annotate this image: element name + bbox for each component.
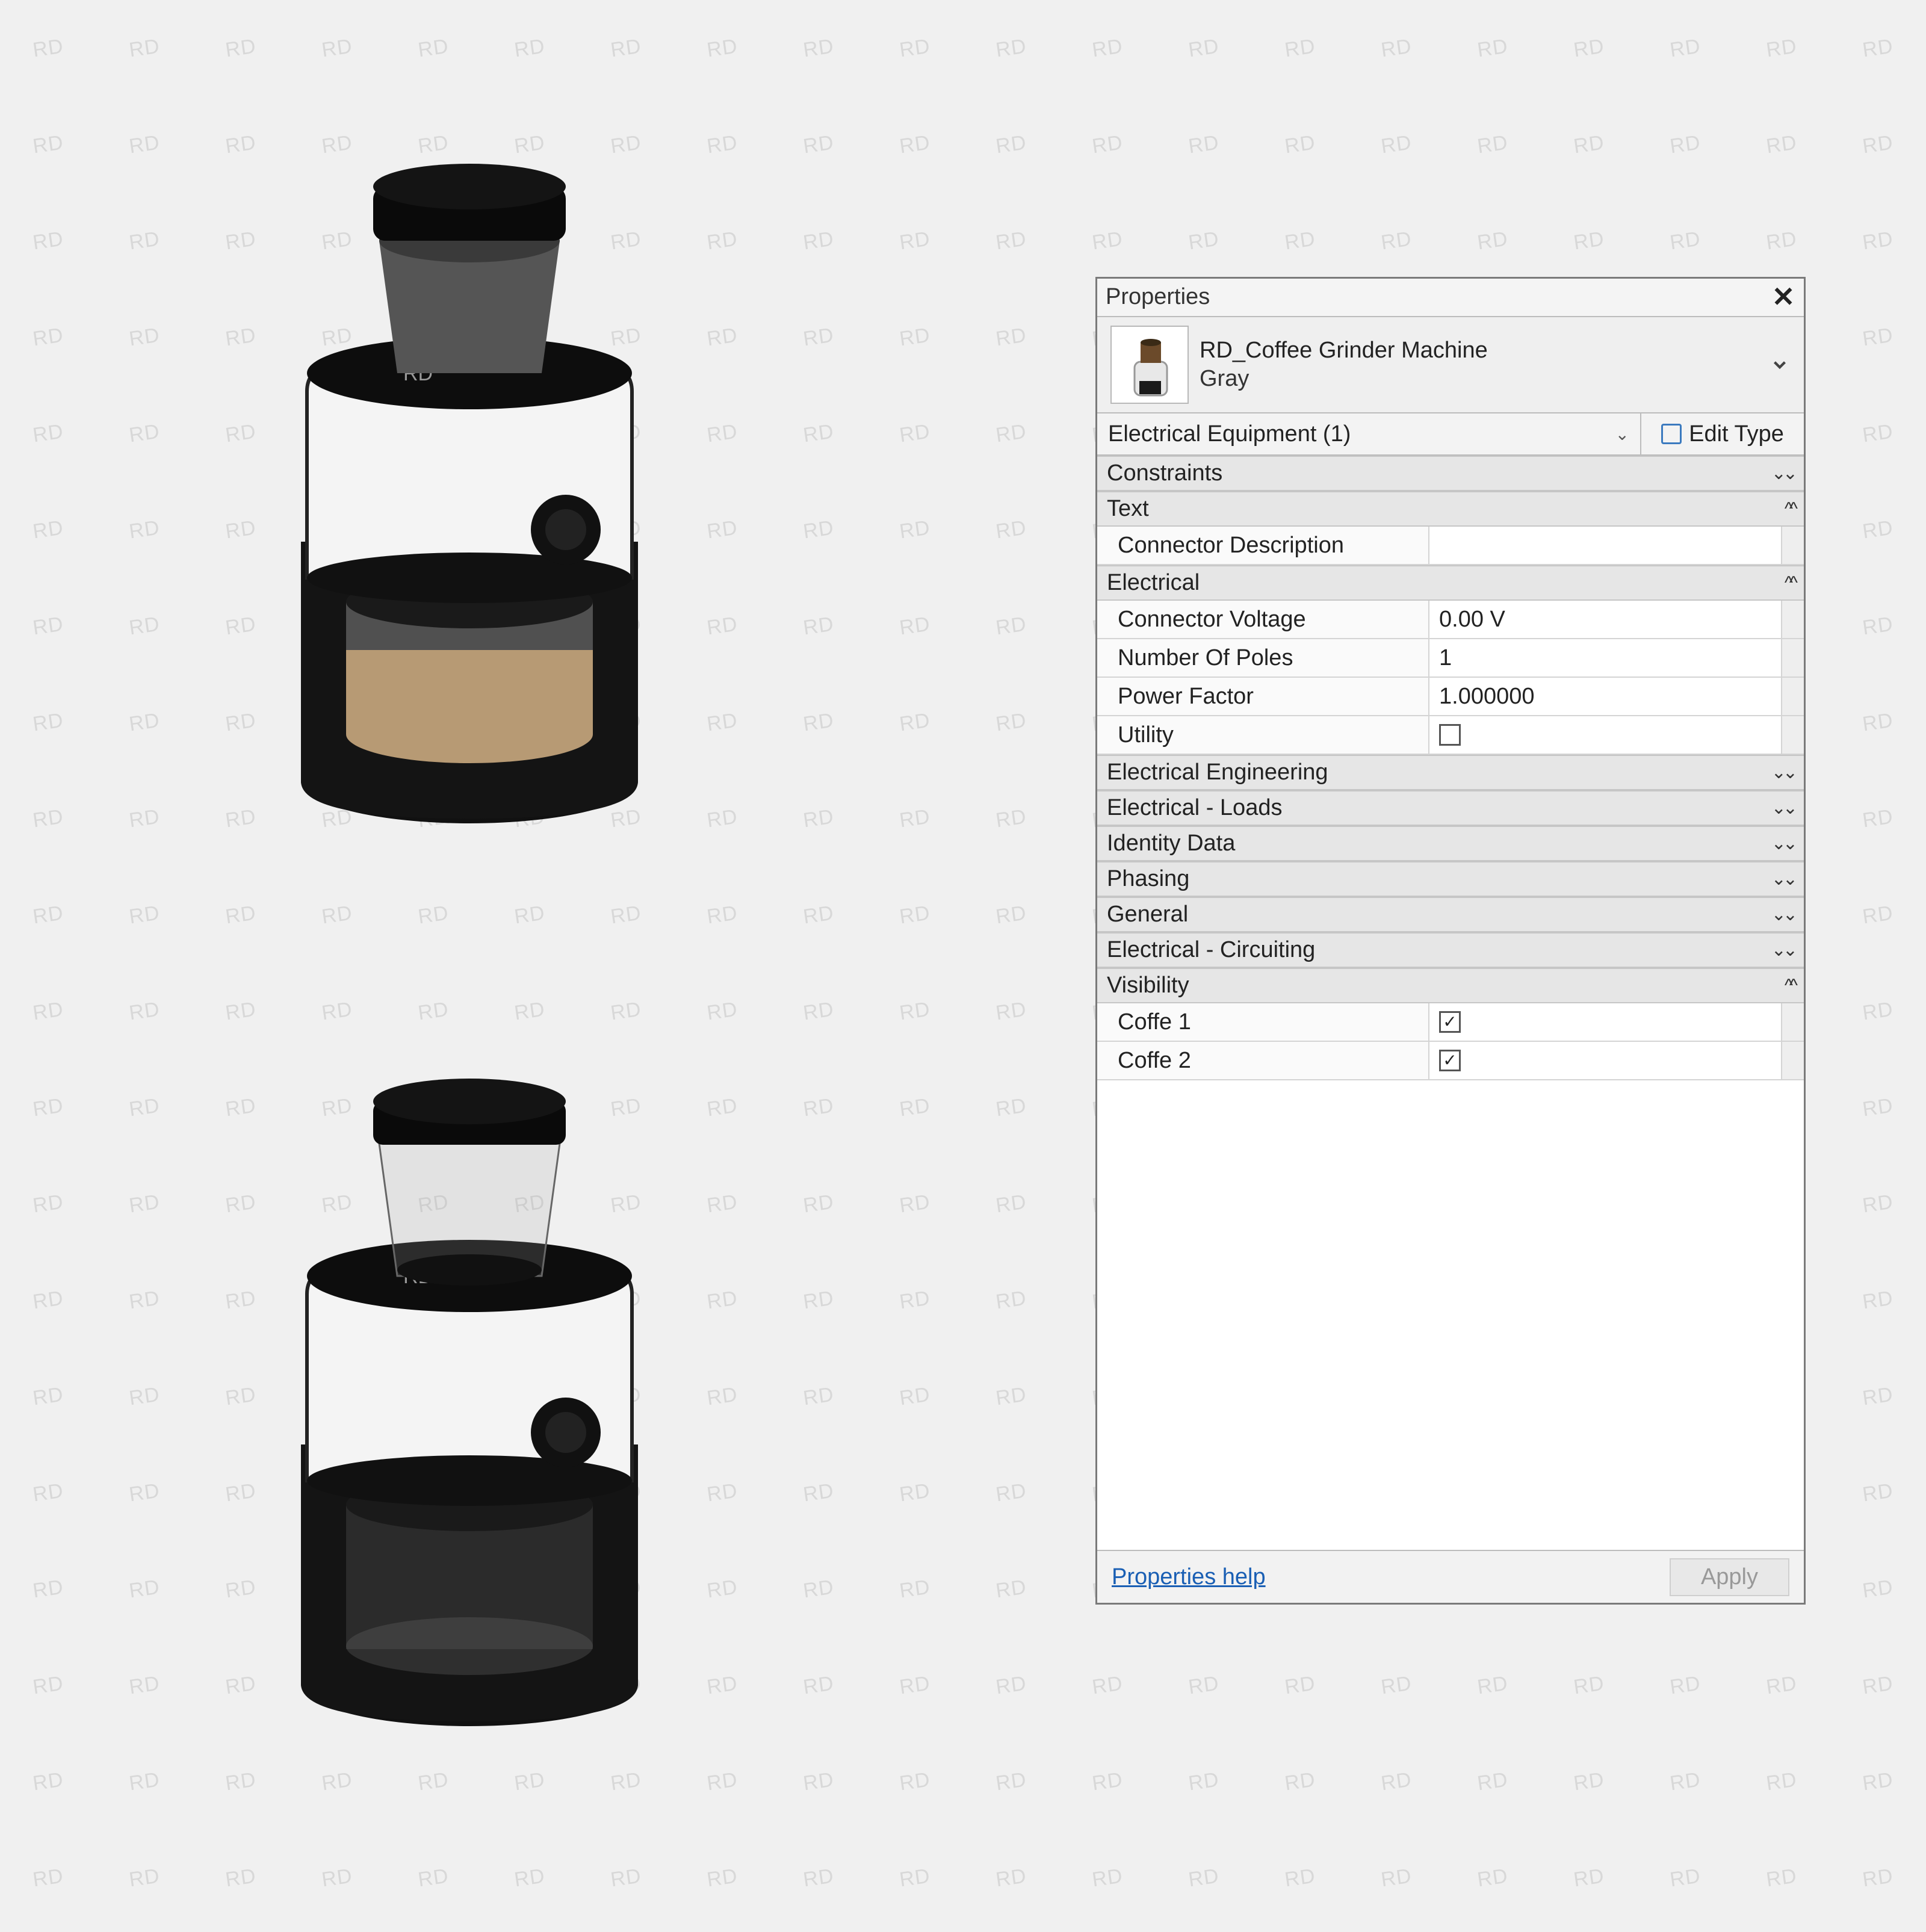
edit-type-label: Edit Type (1689, 421, 1784, 447)
grid-empty-area (1097, 1080, 1804, 1550)
row-value[interactable]: 0.00 V (1429, 601, 1781, 638)
row-handle (1781, 678, 1804, 715)
row-label: Utility (1097, 716, 1429, 754)
section-label: General (1107, 902, 1188, 927)
expand-icon: ⌄⌄ (1771, 463, 1794, 484)
row-label: Connector Description (1097, 527, 1429, 564)
panel-title: Properties (1106, 284, 1210, 310)
close-icon[interactable]: ✕ (1769, 282, 1798, 311)
category-dropdown-label: Electrical Equipment (1) (1108, 421, 1351, 447)
section-electrical-loads[interactable]: Electrical - Loads ⌄⌄ (1097, 790, 1804, 826)
properties-panel: Properties ✕ RD_Coffee Grinder Machine G… (1095, 277, 1806, 1605)
section-label: Visibility (1107, 973, 1189, 999)
row-label: Number Of Poles (1097, 639, 1429, 677)
panel-footer: Properties help Apply (1097, 1550, 1804, 1603)
edit-type-icon (1661, 424, 1682, 444)
type-name-block: RD_Coffee Grinder Machine Gray (1200, 338, 1488, 392)
section-label: Electrical Engineering (1107, 760, 1328, 785)
expand-icon: ⌄⌄ (1771, 833, 1794, 854)
section-phasing[interactable]: Phasing ⌄⌄ (1097, 861, 1804, 897)
expand-icon: ⌄⌄ (1771, 940, 1794, 961)
row-handle (1781, 716, 1804, 754)
section-label: Text (1107, 496, 1149, 522)
row-handle (1781, 527, 1804, 564)
row-utility[interactable]: Utility (1097, 716, 1804, 755)
edit-type-button[interactable]: Edit Type (1641, 413, 1804, 454)
row-connector-description[interactable]: Connector Description (1097, 527, 1804, 565)
row-coffe-1[interactable]: Coffe 1 ✓ (1097, 1003, 1804, 1042)
expand-icon: ⌄⌄ (1771, 762, 1794, 783)
row-value[interactable]: ✓ (1429, 1003, 1781, 1041)
row-label: Power Factor (1097, 678, 1429, 715)
model-render-variant-2: RD (265, 1011, 686, 1733)
collapse-icon: ^^ (1785, 573, 1794, 593)
row-handle (1781, 1003, 1804, 1041)
collapse-icon: ^^ (1785, 976, 1794, 996)
section-label: Electrical - Circuiting (1107, 937, 1315, 963)
section-electrical-engineering[interactable]: Electrical Engineering ⌄⌄ (1097, 755, 1804, 790)
section-general[interactable]: General ⌄⌄ (1097, 897, 1804, 932)
collapse-icon: ^^ (1785, 499, 1794, 519)
section-visibility[interactable]: Visibility ^^ (1097, 968, 1804, 1003)
apply-button[interactable]: Apply (1670, 1558, 1789, 1596)
row-value[interactable]: 1.000000 (1429, 678, 1781, 715)
chevron-down-icon: ⌄ (1615, 424, 1629, 444)
section-label: Constraints (1107, 460, 1222, 486)
section-label: Electrical (1107, 570, 1200, 596)
properties-grid: Constraints ⌄⌄ Text ^^ Connector Descrip… (1097, 456, 1804, 1550)
row-value[interactable] (1429, 716, 1781, 754)
type-name: RD_Coffee Grinder Machine (1200, 338, 1488, 364)
checkbox-unchecked[interactable] (1439, 724, 1461, 746)
section-label: Electrical - Loads (1107, 795, 1282, 821)
type-selector-row[interactable]: RD_Coffee Grinder Machine Gray (1097, 317, 1804, 413)
row-handle (1781, 601, 1804, 638)
section-electrical-circuiting[interactable]: Electrical - Circuiting ⌄⌄ (1097, 932, 1804, 968)
section-identity-data[interactable]: Identity Data ⌄⌄ (1097, 826, 1804, 861)
section-label: Identity Data (1107, 831, 1235, 856)
row-value[interactable] (1429, 527, 1781, 564)
type-variant: Gray (1200, 366, 1488, 392)
expand-icon: ⌄⌄ (1771, 904, 1794, 925)
row-value[interactable]: ✓ (1429, 1042, 1781, 1079)
expand-icon: ⌄⌄ (1771, 868, 1794, 890)
section-label: Phasing (1107, 866, 1189, 892)
type-thumbnail (1110, 326, 1189, 404)
checkbox-checked[interactable]: ✓ (1439, 1050, 1461, 1071)
row-label: Coffe 2 (1097, 1042, 1429, 1079)
section-text[interactable]: Text ^^ (1097, 491, 1804, 527)
properties-help-link[interactable]: Properties help (1112, 1564, 1266, 1590)
category-dropdown[interactable]: Electrical Equipment (1) ⌄ (1097, 413, 1641, 454)
row-coffe-2[interactable]: Coffe 2 ✓ (1097, 1042, 1804, 1080)
checkbox-checked[interactable]: ✓ (1439, 1011, 1461, 1033)
row-connector-voltage[interactable]: Connector Voltage 0.00 V (1097, 601, 1804, 639)
row-label: Connector Voltage (1097, 601, 1429, 638)
row-number-of-poles[interactable]: Number Of Poles 1 (1097, 639, 1804, 678)
model-render-variant-1: RD (265, 108, 686, 831)
row-label: Coffe 1 (1097, 1003, 1429, 1041)
chevron-down-icon[interactable] (1768, 355, 1792, 375)
panel-titlebar: Properties ✕ (1097, 279, 1804, 317)
row-power-factor[interactable]: Power Factor 1.000000 (1097, 678, 1804, 716)
section-electrical[interactable]: Electrical ^^ (1097, 565, 1804, 601)
section-constraints[interactable]: Constraints ⌄⌄ (1097, 456, 1804, 491)
row-value[interactable]: 1 (1429, 639, 1781, 677)
expand-icon: ⌄⌄ (1771, 797, 1794, 819)
row-handle (1781, 639, 1804, 677)
row-handle (1781, 1042, 1804, 1079)
